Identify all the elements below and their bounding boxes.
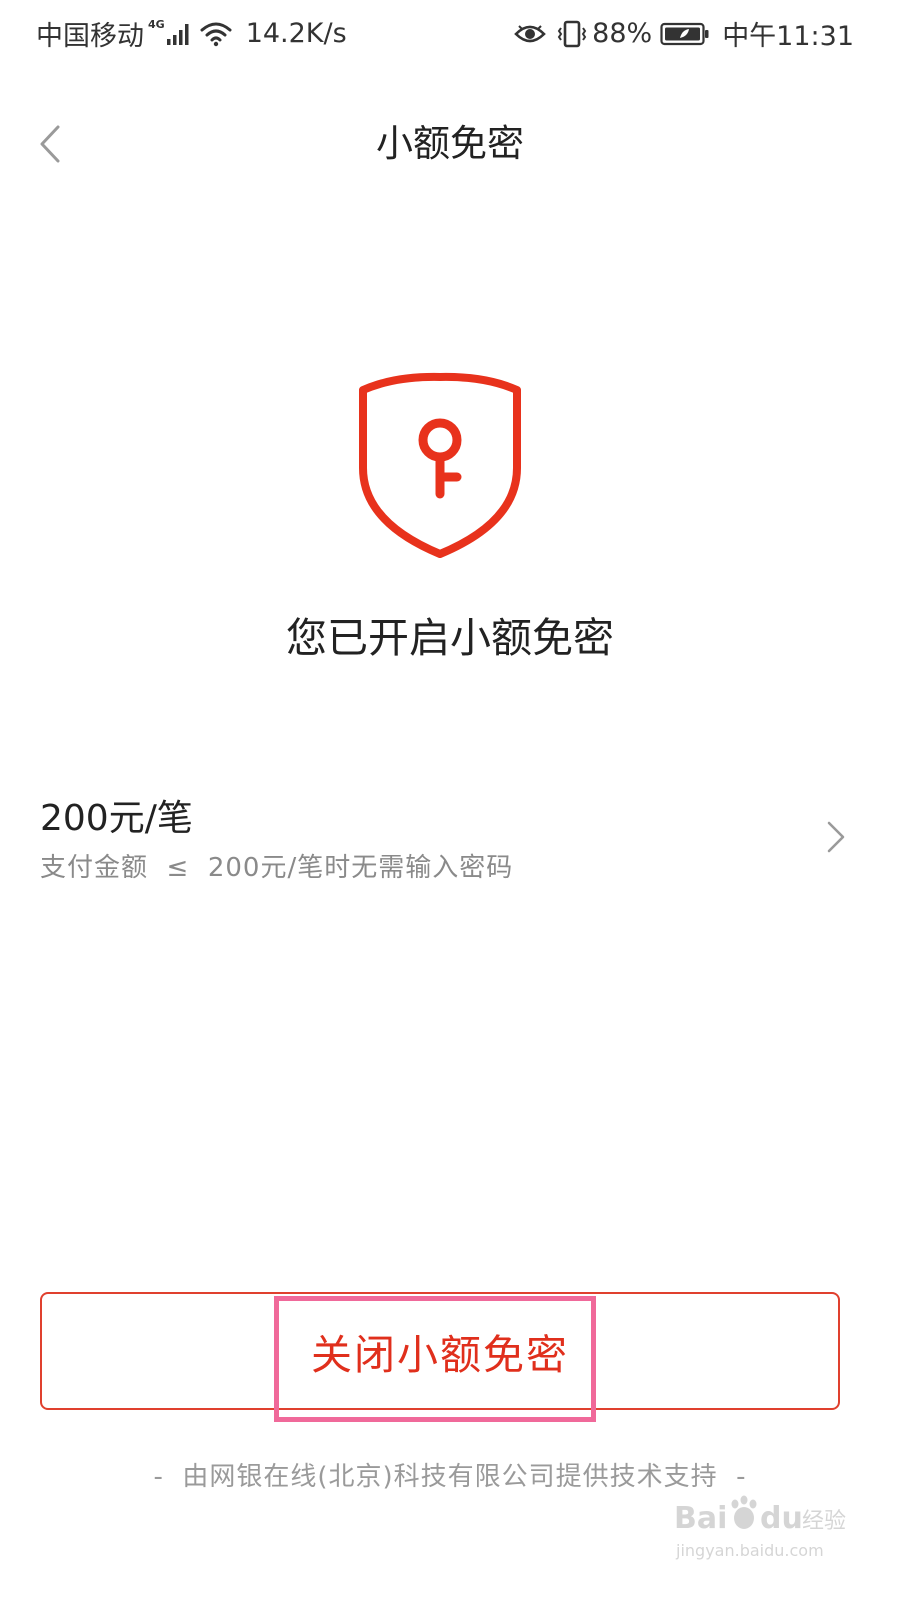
- svg-text:du: du: [760, 1501, 803, 1536]
- status-left: 中国移动 4G 14.2K/s: [36, 14, 347, 53]
- status-right: 88% 中午11:31: [514, 14, 854, 53]
- network-type-label: 4G: [148, 18, 165, 31]
- vibrate-icon: [557, 20, 587, 47]
- limit-description: 支付金额 ≤ 200元/笔时无需输入密码: [40, 853, 514, 883]
- close-small-amount-free-button[interactable]: 关闭小额免密: [40, 1292, 840, 1410]
- footer-support-note: - 由网银在线(北京)科技有限公司提供技术支持 -: [153, 1462, 747, 1492]
- battery-icon: [660, 22, 709, 45]
- wifi-icon: [200, 22, 232, 46]
- limit-setting-row[interactable]: 200元/笔 支付金额 ≤ 200元/笔时无需输入密码: [0, 780, 900, 900]
- shield-key-icon: [359, 372, 521, 558]
- signal-icon: [166, 23, 189, 45]
- enabled-status-title: 您已开启小额免密: [286, 614, 614, 662]
- page-title: 小额免密: [376, 122, 524, 165]
- limit-amount: 200元/笔: [40, 798, 193, 839]
- clock: 中午11:31: [722, 21, 854, 52]
- svg-text:经验: 经验: [802, 1509, 846, 1534]
- svg-text:Bai: Bai: [674, 1501, 727, 1536]
- svg-text:jingyan.baidu.com: jingyan.baidu.com: [675, 1541, 824, 1560]
- chevron-right-icon: [827, 821, 845, 853]
- status-bar: 中国移动 4G 14.2K/s 88% 中午11:31: [0, 0, 900, 64]
- eye-icon: [514, 24, 547, 42]
- battery-percent: 88%: [592, 18, 653, 49]
- carrier-label: 中国移动: [36, 21, 144, 52]
- baidu-jingyan-watermark-logo: Bai du 经验 jingyan.baidu.com: [674, 1495, 846, 1560]
- network-speed: 14.2K/s: [245, 18, 347, 49]
